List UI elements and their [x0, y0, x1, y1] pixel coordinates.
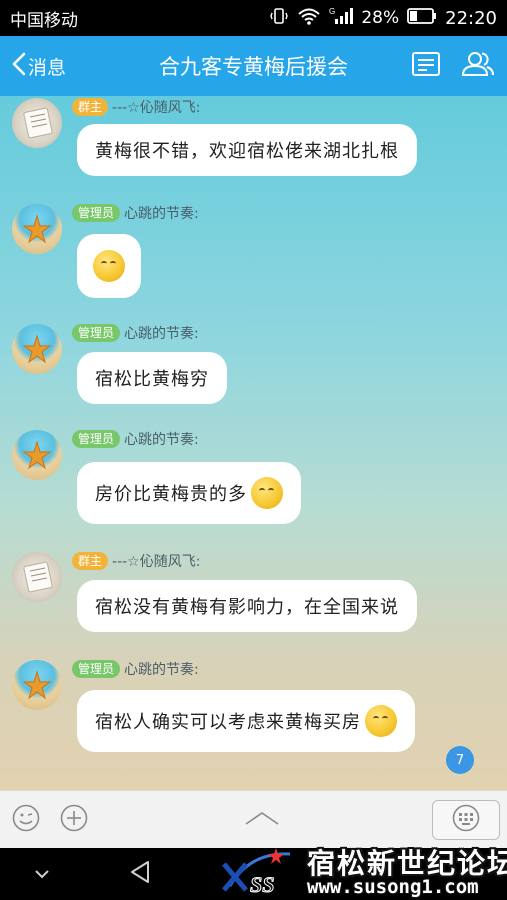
message-text: 黄梅很不错，欢迎宿松佬来湖北扎根	[95, 141, 399, 162]
sender-name: 心跳的节奏:	[124, 326, 199, 342]
emoji-button[interactable]	[10, 804, 42, 836]
triangle-back-icon	[128, 859, 152, 889]
message-bubble[interactable]: 宿松没有黄梅有影响力，在全国来说	[77, 580, 417, 632]
vibrate-icon	[269, 6, 289, 31]
message-text: 房价比黄梅贵的多	[95, 484, 247, 505]
sender-meta: 管理员 心跳的节奏:	[72, 660, 199, 678]
chevron-down-icon	[33, 865, 51, 884]
back-label: 消息	[28, 56, 67, 79]
sender-meta: 管理员 心跳的节奏:	[72, 430, 199, 448]
sender-avatar[interactable]	[12, 204, 62, 254]
role-badge: 管理员	[72, 430, 121, 448]
sender-meta: 管理员 心跳的节奏:	[72, 204, 199, 222]
sender-meta: 群主 ---☆伈随风飞:	[72, 552, 200, 570]
message-text: 宿松比黄梅穷	[95, 369, 209, 390]
sender-meta: 管理员 心跳的节奏:	[72, 324, 199, 342]
signal-icon: G	[329, 6, 354, 31]
role-badge: 管理员	[72, 204, 121, 222]
message-text: 宿松没有黄梅有影响力，在全国来说	[95, 597, 399, 618]
document-icon	[411, 51, 441, 81]
sender-avatar[interactable]	[12, 660, 62, 710]
keyboard-button[interactable]	[432, 800, 500, 840]
wifi-icon	[297, 6, 321, 31]
input-bar	[0, 790, 507, 848]
more-button[interactable]	[58, 804, 90, 836]
sender-name: 心跳的节奏:	[124, 662, 199, 678]
forum-watermark: SS 宿松新世纪论坛 www.susong1.com	[215, 842, 507, 900]
sender-meta: 群主 ---☆伈随风飞:	[72, 98, 200, 116]
keyboard-icon	[451, 803, 481, 837]
hide-keyboard-button[interactable]	[26, 858, 58, 890]
message-bubble[interactable]: 黄梅很不错，欢迎宿松佬来湖北扎根	[77, 124, 417, 176]
expand-button[interactable]	[244, 804, 280, 836]
sender-name: 心跳的节奏:	[124, 432, 199, 448]
role-badge: 群主	[72, 552, 109, 570]
status-bar: 中国移动 G 28% 22:20	[0, 0, 507, 36]
forum-url: www.susong1.com	[307, 876, 479, 898]
people-icon	[460, 50, 496, 82]
sender-name: ---☆伈随风飞:	[112, 554, 201, 570]
status-icons: G 28% 22:20	[269, 6, 497, 31]
chat-header: 消息 合九客专黄梅后援会	[0, 36, 507, 96]
plus-icon	[59, 803, 89, 837]
clock: 22:20	[445, 7, 497, 29]
role-badge: 群主	[72, 98, 109, 116]
logo-text: SS	[250, 872, 274, 897]
svg-text:G: G	[329, 7, 335, 16]
sender-avatar[interactable]	[12, 324, 62, 374]
group-members-button[interactable]	[460, 48, 496, 84]
message-bubble[interactable]	[77, 234, 141, 298]
message-text: 宿松人确实可以考虑来黄梅买房	[95, 712, 361, 733]
sender-name: 心跳的节奏:	[124, 206, 199, 222]
emoji-face-icon	[93, 250, 125, 282]
role-badge: 管理员	[72, 660, 121, 678]
message-bubble[interactable]: 宿松人确实可以考虑来黄梅买房	[77, 690, 415, 752]
sender-avatar[interactable]	[12, 430, 62, 480]
message-bubble[interactable]: 房价比黄梅贵的多	[77, 462, 301, 524]
forum-logo: SS	[220, 846, 300, 898]
back-button[interactable]: 消息	[10, 36, 66, 96]
group-info-button[interactable]	[408, 48, 444, 84]
emoji-face-icon	[251, 477, 283, 509]
battery-icon	[407, 7, 437, 30]
battery-percent: 28%	[361, 8, 400, 28]
unread-count-badge[interactable]: 7	[446, 746, 474, 774]
chevron-left-icon	[10, 51, 28, 82]
chevron-up-icon	[244, 810, 280, 830]
emoji-face-icon	[365, 705, 397, 737]
sender-avatar[interactable]	[12, 552, 62, 602]
carrier-name: 中国移动	[10, 10, 78, 31]
nav-back-button[interactable]	[124, 858, 156, 890]
smiley-icon	[11, 803, 41, 837]
sender-avatar[interactable]	[12, 98, 62, 148]
message-bubble[interactable]: 宿松比黄梅穷	[77, 352, 227, 404]
role-badge: 管理员	[72, 324, 121, 342]
sender-name: ---☆伈随风飞:	[112, 100, 201, 116]
chat-area[interactable]: 群主 ---☆伈随风飞: 黄梅很不错，欢迎宿松佬来湖北扎根 管理员 心跳的节奏:…	[0, 96, 507, 790]
